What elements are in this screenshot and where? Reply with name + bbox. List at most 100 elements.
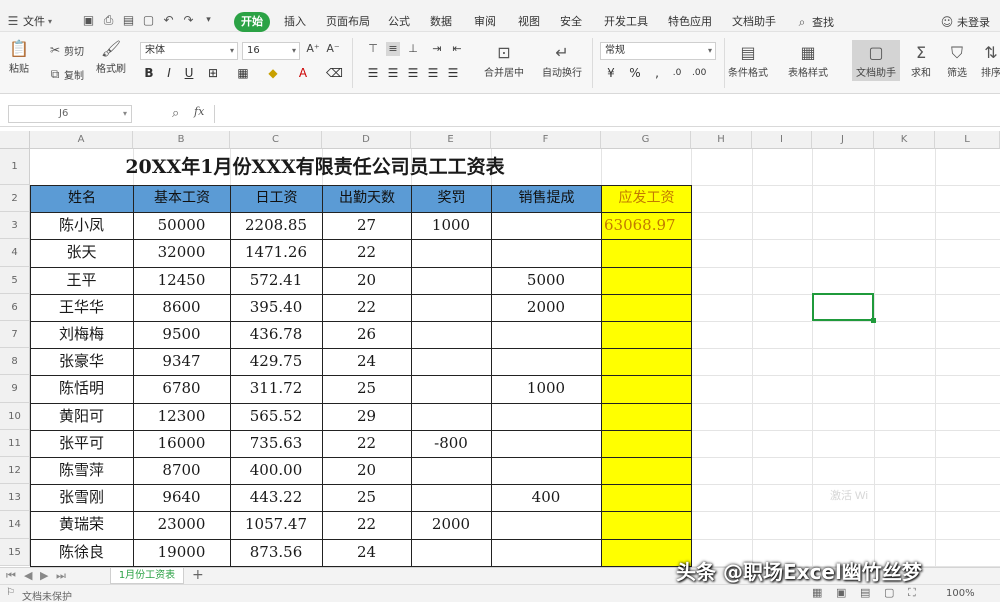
table-cell[interactable]: 8700	[133, 457, 230, 484]
selected-cell-j6[interactable]	[812, 293, 876, 323]
table-cell[interactable]: 黄瑞荣	[30, 511, 133, 538]
row-header-5[interactable]: 5	[0, 266, 30, 294]
table-style-button[interactable]: ▦ 表格样式	[788, 42, 828, 79]
user-login-button[interactable]: ☺ 未登录	[940, 12, 990, 32]
conditional-format-button[interactable]: ▤ 条件格式	[728, 42, 768, 79]
save-icon[interactable]: ▣	[82, 14, 95, 27]
table-cell[interactable]: 6780	[133, 375, 230, 402]
table-cell[interactable]: 19000	[133, 539, 230, 566]
header-cell[interactable]: 应发工资	[601, 185, 692, 214]
header-cell[interactable]: 奖罚	[411, 185, 492, 214]
table-cell[interactable]	[601, 511, 691, 538]
header-cell[interactable]: 销售提成	[491, 185, 602, 214]
table-cell[interactable]: 张雪刚	[30, 484, 133, 511]
table-cell[interactable]	[601, 403, 691, 430]
column-header-l[interactable]: L	[935, 131, 1000, 149]
percent-icon[interactable]: %	[628, 66, 642, 80]
table-cell[interactable]: 张豪华	[30, 348, 133, 375]
table-cell[interactable]	[491, 321, 601, 348]
table-cell[interactable]	[601, 267, 691, 294]
table-cell[interactable]	[491, 403, 601, 430]
currency-icon[interactable]: ¥	[604, 66, 618, 80]
table-cell[interactable]: 1000	[411, 212, 491, 239]
table-cell[interactable]: 311.72	[230, 375, 322, 402]
bold-icon[interactable]: B	[142, 66, 156, 80]
row-header-8[interactable]: 8	[0, 348, 30, 376]
table-cell[interactable]: 26	[322, 321, 411, 348]
thousands-icon[interactable]: ,	[650, 66, 664, 80]
sheet-title[interactable]: 20XX年1月份XXX有限责任公司员工工资表	[30, 149, 600, 185]
redo-icon[interactable]: ↷	[182, 14, 195, 27]
table-cell[interactable]	[601, 484, 691, 511]
table-cell[interactable]: 50000	[133, 212, 230, 239]
search-button[interactable]: ⌕ 查找	[795, 12, 834, 32]
header-cell[interactable]: 日工资	[230, 185, 323, 214]
merge-center-button[interactable]: ⊡ 合并居中	[484, 42, 524, 79]
print-preview-icon[interactable]: ⎙	[102, 14, 115, 27]
row-header-2[interactable]: 2	[0, 185, 30, 213]
table-cell[interactable]: 22	[322, 430, 411, 457]
table-cell[interactable]: 63068.97	[601, 212, 691, 239]
tab-review[interactable]: 审阅	[470, 12, 500, 32]
decrease-font-icon[interactable]: A⁻	[326, 42, 340, 56]
table-cell[interactable]: 张天	[30, 239, 133, 266]
table-cell[interactable]: 陈徐良	[30, 539, 133, 566]
table-cell[interactable]: 443.22	[230, 484, 322, 511]
table-cell[interactable]	[601, 294, 691, 321]
normal-view-icon[interactable]: ▦	[812, 586, 822, 599]
table-cell[interactable]: 24	[322, 348, 411, 375]
tab-security[interactable]: 安全	[556, 12, 586, 32]
table-cell[interactable]	[491, 539, 601, 566]
table-cell[interactable]: 黄阳可	[30, 403, 133, 430]
table-cell[interactable]: 2208.85	[230, 212, 322, 239]
table-cell[interactable]	[601, 375, 691, 402]
column-header-g[interactable]: G	[601, 131, 691, 149]
format-painter-button[interactable]: 🖌 格式刷	[96, 38, 126, 75]
fill-handle[interactable]	[871, 318, 876, 323]
sheet-nav-next-icon[interactable]: ▶	[40, 569, 48, 582]
table-cell[interactable]: 9347	[133, 348, 230, 375]
column-header-f[interactable]: F	[491, 131, 601, 149]
table-cell[interactable]: 27	[322, 212, 411, 239]
table-cell[interactable]: -800	[411, 430, 491, 457]
table-cell[interactable]	[411, 457, 491, 484]
row-header-12[interactable]: 12	[0, 457, 30, 485]
table-cell[interactable]: 735.63	[230, 430, 322, 457]
table-cell[interactable]: 2000	[411, 511, 491, 538]
quick-access-chevron-icon[interactable]: ▾	[202, 14, 215, 27]
table-cell[interactable]: 429.75	[230, 348, 322, 375]
fill-color-icon[interactable]: ◆	[266, 66, 280, 80]
table-cell[interactable]: 5000	[491, 267, 601, 294]
align-middle-icon[interactable]: ≡	[386, 42, 400, 56]
table-cell[interactable]	[491, 430, 601, 457]
table-cell[interactable]: 9500	[133, 321, 230, 348]
row-header-7[interactable]: 7	[0, 321, 30, 349]
tab-data[interactable]: 数据	[426, 12, 456, 32]
table-cell[interactable]: 16000	[133, 430, 230, 457]
table-cell[interactable]	[491, 511, 601, 538]
table-cell[interactable]	[491, 212, 601, 239]
table-cell[interactable]	[411, 239, 491, 266]
table-cell[interactable]: 22	[322, 511, 411, 538]
page-break-view-icon[interactable]: ▤	[860, 586, 870, 599]
column-header-c[interactable]: C	[230, 131, 322, 149]
table-cell[interactable]: 张平可	[30, 430, 133, 457]
column-header-b[interactable]: B	[133, 131, 230, 149]
export-icon[interactable]: ▢	[142, 14, 155, 27]
table-cell[interactable]: 873.56	[230, 539, 322, 566]
table-cell[interactable]	[601, 457, 691, 484]
tab-page-layout[interactable]: 页面布局	[322, 12, 374, 32]
row-header-14[interactable]: 14	[0, 511, 30, 539]
sheet-tab-active[interactable]: 1月份工资表	[110, 568, 184, 584]
table-cell[interactable]: 2000	[491, 294, 601, 321]
table-cell[interactable]: 22	[322, 239, 411, 266]
table-cell[interactable]	[411, 267, 491, 294]
copy-button[interactable]: ⧉ 复制	[48, 66, 84, 82]
align-left-icon[interactable]: ☰	[366, 66, 380, 80]
table-cell[interactable]: 20	[322, 267, 411, 294]
justify-icon[interactable]: ☰	[426, 66, 440, 80]
full-screen-icon[interactable]: ⛶	[908, 586, 916, 600]
table-cell[interactable]: 1471.26	[230, 239, 322, 266]
column-header-d[interactable]: D	[322, 131, 411, 149]
filter-button[interactable]: ⛉ 筛选	[946, 42, 968, 79]
